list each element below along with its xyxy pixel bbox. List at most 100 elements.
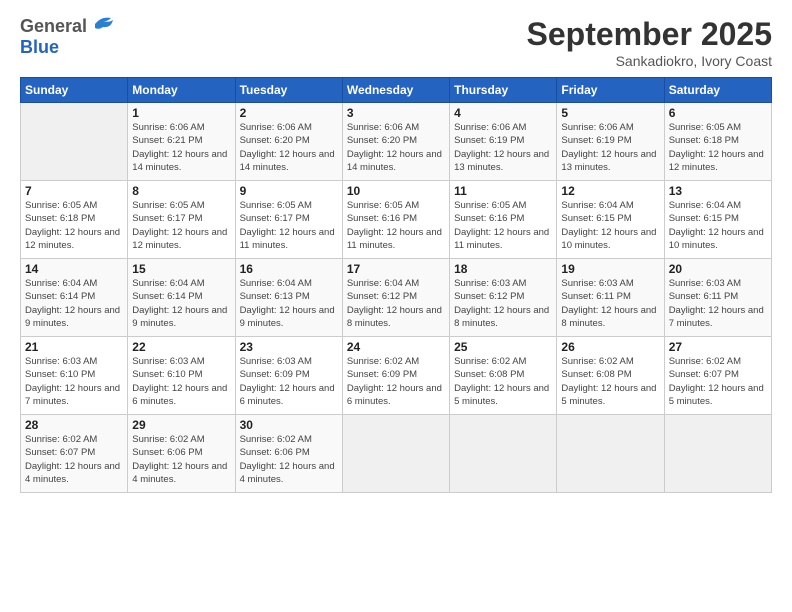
day-cell: 17Sunrise: 6:04 AM Sunset: 6:12 PM Dayli… bbox=[342, 259, 449, 337]
week-row-3: 14Sunrise: 6:04 AM Sunset: 6:14 PM Dayli… bbox=[21, 259, 772, 337]
day-number: 14 bbox=[25, 262, 123, 276]
day-cell: 6Sunrise: 6:05 AM Sunset: 6:18 PM Daylig… bbox=[664, 103, 771, 181]
day-cell bbox=[557, 415, 664, 493]
week-row-5: 28Sunrise: 6:02 AM Sunset: 6:07 PM Dayli… bbox=[21, 415, 772, 493]
day-info: Sunrise: 6:02 AM Sunset: 6:06 PM Dayligh… bbox=[240, 433, 338, 486]
day-info: Sunrise: 6:04 AM Sunset: 6:12 PM Dayligh… bbox=[347, 277, 445, 330]
day-cell bbox=[21, 103, 128, 181]
day-number: 11 bbox=[454, 184, 552, 198]
logo-bird-icon bbox=[93, 14, 115, 32]
day-number: 12 bbox=[561, 184, 659, 198]
logo-general: General bbox=[20, 16, 87, 36]
day-number: 17 bbox=[347, 262, 445, 276]
page: General Blue September 2025 Sankadiokro,… bbox=[0, 0, 792, 612]
day-cell: 8Sunrise: 6:05 AM Sunset: 6:17 PM Daylig… bbox=[128, 181, 235, 259]
day-info: Sunrise: 6:06 AM Sunset: 6:19 PM Dayligh… bbox=[454, 121, 552, 174]
day-info: Sunrise: 6:03 AM Sunset: 6:09 PM Dayligh… bbox=[240, 355, 338, 408]
col-header-saturday: Saturday bbox=[664, 78, 771, 103]
day-info: Sunrise: 6:03 AM Sunset: 6:11 PM Dayligh… bbox=[561, 277, 659, 330]
day-cell bbox=[450, 415, 557, 493]
day-number: 21 bbox=[25, 340, 123, 354]
day-cell: 2Sunrise: 6:06 AM Sunset: 6:20 PM Daylig… bbox=[235, 103, 342, 181]
day-info: Sunrise: 6:05 AM Sunset: 6:18 PM Dayligh… bbox=[669, 121, 767, 174]
day-cell: 26Sunrise: 6:02 AM Sunset: 6:08 PM Dayli… bbox=[557, 337, 664, 415]
day-cell: 27Sunrise: 6:02 AM Sunset: 6:07 PM Dayli… bbox=[664, 337, 771, 415]
day-number: 29 bbox=[132, 418, 230, 432]
day-cell: 9Sunrise: 6:05 AM Sunset: 6:17 PM Daylig… bbox=[235, 181, 342, 259]
day-info: Sunrise: 6:05 AM Sunset: 6:16 PM Dayligh… bbox=[347, 199, 445, 252]
col-header-friday: Friday bbox=[557, 78, 664, 103]
week-row-1: 1Sunrise: 6:06 AM Sunset: 6:21 PM Daylig… bbox=[21, 103, 772, 181]
day-cell bbox=[664, 415, 771, 493]
day-cell: 18Sunrise: 6:03 AM Sunset: 6:12 PM Dayli… bbox=[450, 259, 557, 337]
day-number: 5 bbox=[561, 106, 659, 120]
day-cell: 10Sunrise: 6:05 AM Sunset: 6:16 PM Dayli… bbox=[342, 181, 449, 259]
day-cell: 7Sunrise: 6:05 AM Sunset: 6:18 PM Daylig… bbox=[21, 181, 128, 259]
title-section: September 2025 Sankadiokro, Ivory Coast bbox=[527, 16, 772, 69]
day-number: 13 bbox=[669, 184, 767, 198]
day-info: Sunrise: 6:02 AM Sunset: 6:08 PM Dayligh… bbox=[454, 355, 552, 408]
day-info: Sunrise: 6:06 AM Sunset: 6:19 PM Dayligh… bbox=[561, 121, 659, 174]
month-title: September 2025 bbox=[527, 16, 772, 53]
day-cell: 29Sunrise: 6:02 AM Sunset: 6:06 PM Dayli… bbox=[128, 415, 235, 493]
day-number: 18 bbox=[454, 262, 552, 276]
day-info: Sunrise: 6:04 AM Sunset: 6:14 PM Dayligh… bbox=[25, 277, 123, 330]
day-info: Sunrise: 6:04 AM Sunset: 6:15 PM Dayligh… bbox=[669, 199, 767, 252]
day-number: 6 bbox=[669, 106, 767, 120]
day-cell: 13Sunrise: 6:04 AM Sunset: 6:15 PM Dayli… bbox=[664, 181, 771, 259]
day-number: 24 bbox=[347, 340, 445, 354]
day-number: 3 bbox=[347, 106, 445, 120]
day-number: 7 bbox=[25, 184, 123, 198]
day-number: 28 bbox=[25, 418, 123, 432]
day-info: Sunrise: 6:06 AM Sunset: 6:20 PM Dayligh… bbox=[347, 121, 445, 174]
logo: General Blue bbox=[20, 16, 115, 57]
col-header-sunday: Sunday bbox=[21, 78, 128, 103]
day-info: Sunrise: 6:02 AM Sunset: 6:08 PM Dayligh… bbox=[561, 355, 659, 408]
day-cell: 3Sunrise: 6:06 AM Sunset: 6:20 PM Daylig… bbox=[342, 103, 449, 181]
day-info: Sunrise: 6:04 AM Sunset: 6:13 PM Dayligh… bbox=[240, 277, 338, 330]
day-info: Sunrise: 6:03 AM Sunset: 6:12 PM Dayligh… bbox=[454, 277, 552, 330]
day-info: Sunrise: 6:05 AM Sunset: 6:17 PM Dayligh… bbox=[132, 199, 230, 252]
day-cell bbox=[342, 415, 449, 493]
col-header-monday: Monday bbox=[128, 78, 235, 103]
day-info: Sunrise: 6:03 AM Sunset: 6:10 PM Dayligh… bbox=[132, 355, 230, 408]
day-number: 26 bbox=[561, 340, 659, 354]
day-cell: 12Sunrise: 6:04 AM Sunset: 6:15 PM Dayli… bbox=[557, 181, 664, 259]
day-cell: 22Sunrise: 6:03 AM Sunset: 6:10 PM Dayli… bbox=[128, 337, 235, 415]
day-info: Sunrise: 6:05 AM Sunset: 6:18 PM Dayligh… bbox=[25, 199, 123, 252]
day-number: 19 bbox=[561, 262, 659, 276]
day-cell: 16Sunrise: 6:04 AM Sunset: 6:13 PM Dayli… bbox=[235, 259, 342, 337]
header-row: SundayMondayTuesdayWednesdayThursdayFrid… bbox=[21, 78, 772, 103]
location: Sankadiokro, Ivory Coast bbox=[527, 53, 772, 69]
day-cell: 14Sunrise: 6:04 AM Sunset: 6:14 PM Dayli… bbox=[21, 259, 128, 337]
day-cell: 1Sunrise: 6:06 AM Sunset: 6:21 PM Daylig… bbox=[128, 103, 235, 181]
day-info: Sunrise: 6:04 AM Sunset: 6:15 PM Dayligh… bbox=[561, 199, 659, 252]
day-info: Sunrise: 6:05 AM Sunset: 6:16 PM Dayligh… bbox=[454, 199, 552, 252]
day-cell: 24Sunrise: 6:02 AM Sunset: 6:09 PM Dayli… bbox=[342, 337, 449, 415]
day-number: 30 bbox=[240, 418, 338, 432]
day-number: 9 bbox=[240, 184, 338, 198]
day-number: 4 bbox=[454, 106, 552, 120]
day-cell: 11Sunrise: 6:05 AM Sunset: 6:16 PM Dayli… bbox=[450, 181, 557, 259]
col-header-wednesday: Wednesday bbox=[342, 78, 449, 103]
day-info: Sunrise: 6:05 AM Sunset: 6:17 PM Dayligh… bbox=[240, 199, 338, 252]
day-number: 20 bbox=[669, 262, 767, 276]
day-cell: 21Sunrise: 6:03 AM Sunset: 6:10 PM Dayli… bbox=[21, 337, 128, 415]
day-number: 16 bbox=[240, 262, 338, 276]
day-info: Sunrise: 6:06 AM Sunset: 6:20 PM Dayligh… bbox=[240, 121, 338, 174]
col-header-tuesday: Tuesday bbox=[235, 78, 342, 103]
day-cell: 5Sunrise: 6:06 AM Sunset: 6:19 PM Daylig… bbox=[557, 103, 664, 181]
logo-blue: Blue bbox=[20, 37, 115, 58]
day-cell: 15Sunrise: 6:04 AM Sunset: 6:14 PM Dayli… bbox=[128, 259, 235, 337]
week-row-2: 7Sunrise: 6:05 AM Sunset: 6:18 PM Daylig… bbox=[21, 181, 772, 259]
day-number: 27 bbox=[669, 340, 767, 354]
day-number: 23 bbox=[240, 340, 338, 354]
day-info: Sunrise: 6:03 AM Sunset: 6:11 PM Dayligh… bbox=[669, 277, 767, 330]
day-number: 25 bbox=[454, 340, 552, 354]
col-header-thursday: Thursday bbox=[450, 78, 557, 103]
day-cell: 28Sunrise: 6:02 AM Sunset: 6:07 PM Dayli… bbox=[21, 415, 128, 493]
day-cell: 25Sunrise: 6:02 AM Sunset: 6:08 PM Dayli… bbox=[450, 337, 557, 415]
day-cell: 30Sunrise: 6:02 AM Sunset: 6:06 PM Dayli… bbox=[235, 415, 342, 493]
week-row-4: 21 Sunrise: 6:03 AM Sunset: 6:10 PM Dayli… bbox=[21, 337, 772, 415]
day-number: 15 bbox=[132, 262, 230, 276]
